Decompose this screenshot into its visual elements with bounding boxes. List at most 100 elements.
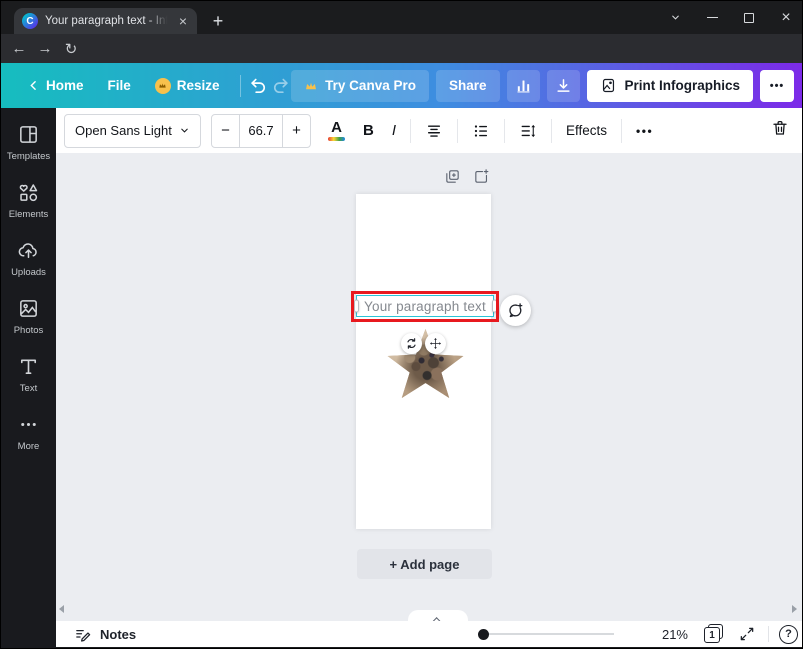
toolbar-divider: [504, 119, 505, 143]
reload-icon[interactable]: ↻: [59, 34, 83, 63]
fullscreen-button[interactable]: [739, 626, 755, 647]
stats-button[interactable]: [507, 70, 540, 102]
notes-icon: [74, 626, 91, 643]
browser-window: C Your paragraph text - Infographi × + ×…: [0, 0, 803, 649]
rotate-icon: [405, 337, 418, 350]
canva-header: Home File Resize Try Canva Pro Share: [1, 63, 802, 108]
add-comment-button[interactable]: [500, 295, 531, 326]
share-button[interactable]: Share: [436, 70, 500, 102]
bullet-list-button[interactable]: [463, 114, 499, 148]
minimize-icon[interactable]: [704, 10, 720, 26]
toolbar-more-button[interactable]: •••: [627, 114, 662, 148]
forward-icon[interactable]: →: [33, 34, 57, 63]
page-counter-button[interactable]: 1: [704, 624, 725, 644]
elements-icon: [17, 181, 40, 204]
print-infographics-button[interactable]: Print Infographics: [587, 70, 754, 102]
chevron-left-icon: [27, 79, 40, 92]
chevron-down-icon: [179, 125, 190, 136]
sidebar-item-templates[interactable]: Templates: [1, 123, 56, 162]
text-icon: [17, 355, 40, 378]
crown-icon: [304, 79, 318, 93]
editor-toolbar: Open Sans Light − 66.7 + A B I Effects •…: [56, 108, 802, 153]
canva-favicon-icon: C: [22, 13, 38, 29]
italic-button[interactable]: I: [383, 114, 405, 148]
header-divider: [240, 75, 241, 97]
try-canva-pro-button[interactable]: Try Canva Pro: [291, 70, 429, 102]
more-dots-icon: [17, 413, 40, 436]
header-actions: Try Canva Pro Share Print Infographics •…: [291, 70, 794, 102]
tab-title: Your paragraph text - Infographi: [45, 15, 170, 27]
notes-button[interactable]: Notes: [74, 621, 136, 647]
download-icon: [555, 77, 572, 94]
toolbar-divider: [457, 119, 458, 143]
home-button[interactable]: Home: [15, 70, 96, 102]
annotation-highlight-box: [351, 291, 499, 322]
browser-tab[interactable]: C Your paragraph text - Infographi ×: [14, 8, 197, 34]
comment-plus-icon: [507, 302, 524, 319]
add-page-button[interactable]: + Add page: [357, 549, 492, 579]
rotate-handle[interactable]: [401, 333, 422, 354]
close-window-icon[interactable]: ×: [778, 10, 794, 26]
font-size-increase-button[interactable]: +: [283, 115, 310, 147]
sidebar-item-uploads[interactable]: Uploads: [1, 239, 56, 278]
delete-button[interactable]: [771, 119, 789, 142]
page-number: 1: [704, 627, 720, 643]
list-icon: [472, 122, 490, 140]
undo-button[interactable]: [248, 70, 269, 102]
help-button[interactable]: ?: [779, 625, 798, 644]
sidebar-item-text[interactable]: Text: [1, 355, 56, 394]
trash-icon: [771, 119, 789, 137]
sidebar-item-photos[interactable]: Photos: [1, 297, 56, 336]
scroll-right-icon[interactable]: [792, 605, 797, 613]
zoom-slider-track[interactable]: [483, 633, 614, 635]
toolbar-divider: [621, 119, 622, 143]
download-button[interactable]: [547, 70, 580, 102]
redo-button[interactable]: [270, 70, 291, 102]
crown-badge-icon: [155, 78, 171, 94]
zoom-percent[interactable]: 21%: [646, 621, 688, 647]
zoom-slider-knob[interactable]: [478, 629, 489, 640]
page-actions: [444, 168, 490, 190]
bar-chart-icon: [515, 77, 532, 94]
window-controls: ×: [667, 1, 794, 34]
font-size-value[interactable]: 66.7: [239, 115, 283, 147]
back-icon[interactable]: ←: [7, 34, 31, 63]
window-menu-chevron-icon[interactable]: [667, 10, 683, 26]
scroll-left-icon[interactable]: [59, 605, 64, 613]
design-canvas[interactable]: Your paragraph text + Add page: [56, 153, 802, 621]
toolbar-divider: [410, 119, 411, 143]
add-page-icon: [473, 168, 490, 185]
bottom-panel-notch[interactable]: [408, 610, 468, 621]
resize-button[interactable]: Resize: [143, 70, 232, 102]
templates-icon: [17, 123, 40, 146]
sidebar-item-more[interactable]: More: [1, 413, 56, 452]
spacing-icon: [519, 122, 537, 140]
move-icon: [429, 337, 442, 350]
line-spacing-button[interactable]: [510, 114, 546, 148]
font-family-select[interactable]: Open Sans Light: [64, 114, 201, 148]
new-tab-button[interactable]: +: [206, 9, 230, 33]
add-page-icon[interactable]: [473, 168, 490, 190]
effects-button[interactable]: Effects: [557, 114, 616, 148]
print-photo-icon: [600, 77, 617, 94]
uploads-icon: [17, 239, 40, 262]
text-align-button[interactable]: [416, 114, 452, 148]
photos-icon: [17, 297, 40, 320]
tab-strip: C Your paragraph text - Infographi × + ×: [1, 1, 802, 34]
text-color-button[interactable]: A: [319, 114, 354, 148]
undo-icon: [249, 76, 268, 95]
expand-icon: [739, 626, 755, 642]
move-handle[interactable]: [425, 333, 446, 354]
file-button[interactable]: File: [96, 70, 143, 102]
tab-close-icon[interactable]: ×: [177, 14, 189, 28]
sidebar-item-elements[interactable]: Elements: [1, 181, 56, 220]
duplicate-page-icon[interactable]: [444, 168, 461, 190]
toolbar-divider: [551, 119, 552, 143]
font-size-decrease-button[interactable]: −: [212, 115, 239, 147]
header-more-button[interactable]: •••: [760, 70, 794, 102]
redo-icon: [271, 76, 290, 95]
bold-button[interactable]: B: [354, 114, 383, 148]
footer-divider: [768, 626, 769, 642]
browser-toolbar: ← → ↻ canva.com/design/DAE32CRaX2A/N7QCB…: [1, 34, 802, 63]
maximize-icon[interactable]: [741, 10, 757, 26]
